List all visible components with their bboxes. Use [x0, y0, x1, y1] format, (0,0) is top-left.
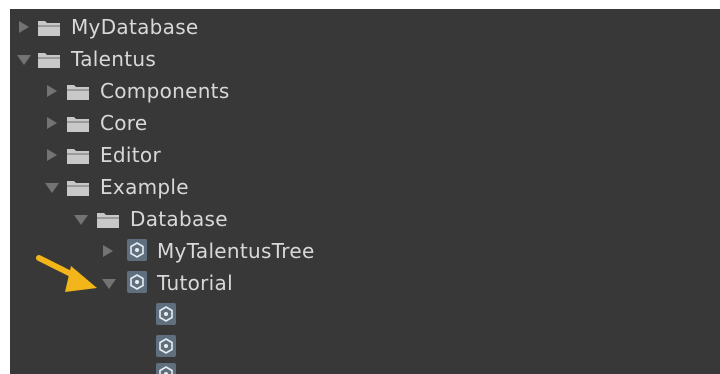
tree-item-components[interactable]: Components — [10, 75, 720, 107]
foldout-collapsed-icon[interactable] — [47, 149, 57, 161]
folder-icon — [66, 81, 90, 101]
folder-icon — [37, 49, 61, 69]
tree-item-talentus[interactable]: Talentus — [10, 43, 720, 75]
tree-item-subasset[interactable] — [10, 299, 720, 331]
unity-asset-icon — [155, 334, 177, 358]
unity-asset-icon — [126, 238, 148, 262]
tree-item-label: Talentus — [71, 47, 157, 71]
tree-item-label: MyTalentusTree — [157, 239, 315, 263]
tree-item-label: Components — [100, 79, 230, 103]
tree-item-label: Core — [100, 111, 148, 135]
folder-icon — [96, 209, 120, 229]
tree-item-label: Example — [100, 175, 189, 199]
unity-asset-icon — [155, 302, 177, 326]
tree-item-editor[interactable]: Editor — [10, 139, 720, 171]
unity-asset-icon — [155, 362, 177, 374]
tree-item-example[interactable]: Example — [10, 171, 720, 203]
tree-item-label: Database — [130, 207, 228, 231]
tree-item-tutorial[interactable]: Tutorial — [10, 267, 720, 299]
arrow-right-icon — [36, 255, 97, 292]
tree-item-subasset[interactable] — [10, 359, 720, 374]
tree-item-label: MyDatabase — [71, 15, 199, 39]
tree-item-core[interactable]: Core — [10, 107, 720, 139]
foldout-expanded-icon[interactable] — [45, 183, 59, 193]
tree-item-database[interactable]: Database — [10, 203, 720, 235]
folder-icon — [37, 17, 61, 37]
folder-icon — [66, 113, 90, 133]
foldout-collapsed-icon[interactable] — [19, 21, 29, 33]
project-hierarchy-panel: MyDatabase Talentus Components Core Edit… — [10, 9, 720, 374]
tree-item-label: Editor — [100, 143, 161, 167]
tree-item-mytalentustree[interactable]: MyTalentusTree — [10, 235, 720, 267]
foldout-collapsed-icon[interactable] — [47, 85, 57, 97]
tree-item-label: Tutorial — [157, 271, 233, 295]
folder-icon — [66, 177, 90, 197]
tree-item-mydatabase[interactable]: MyDatabase — [10, 11, 720, 43]
unity-asset-icon — [126, 270, 148, 294]
foldout-expanded-icon[interactable] — [17, 55, 31, 65]
foldout-expanded-icon[interactable] — [74, 215, 88, 225]
foldout-collapsed-icon[interactable] — [47, 117, 57, 129]
folder-icon — [66, 145, 90, 165]
